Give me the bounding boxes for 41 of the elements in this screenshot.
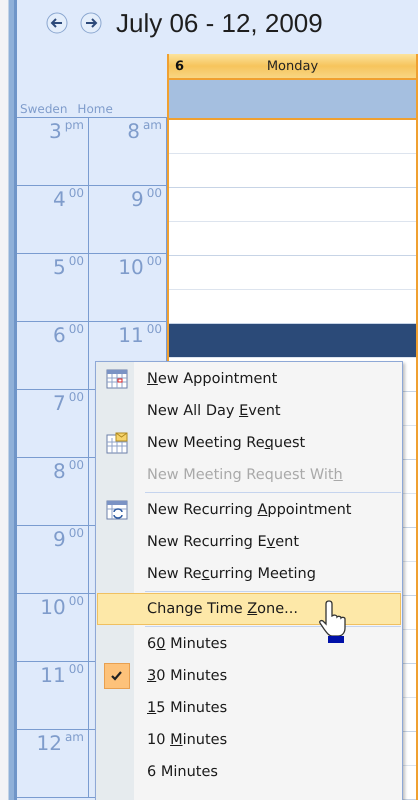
date-range-title: July 06 - 12, 2009 bbox=[116, 8, 323, 38]
time-label: 6$^{00}$ bbox=[17, 322, 89, 390]
day-header[interactable]: 6 Monday bbox=[169, 54, 416, 80]
time-label: 3$^{pm}$ bbox=[17, 118, 89, 186]
previous-button[interactable] bbox=[44, 10, 70, 36]
menu-item[interactable]: New Recurring Appointment bbox=[97, 494, 401, 526]
time-label: 7$^{00}$ bbox=[17, 390, 89, 458]
time-label: 9$^{00}$ bbox=[130, 186, 162, 211]
time-label: 12$^{am}$ bbox=[17, 730, 89, 798]
menu-item[interactable]: 6 Minutes bbox=[97, 756, 401, 788]
time-label: 8$^{00}$ bbox=[17, 458, 89, 526]
time-label: 11$^{00}$ bbox=[117, 322, 162, 347]
menu-item[interactable]: New Recurring Meeting bbox=[97, 558, 401, 590]
menu-item[interactable]: New Recurring Event bbox=[97, 526, 401, 558]
recurring-calendar-icon bbox=[106, 499, 128, 521]
all-day-area[interactable] bbox=[169, 80, 416, 120]
arrow-left-icon bbox=[46, 12, 68, 34]
calendar-icon bbox=[106, 368, 128, 390]
next-button[interactable] bbox=[78, 10, 104, 36]
menu-item[interactable]: 30 Minutes bbox=[97, 660, 401, 692]
time-zone-label: Home bbox=[77, 102, 113, 117]
menu-item[interactable]: Change Time Zone... bbox=[97, 593, 401, 625]
menu-item[interactable]: 60 Minutes bbox=[97, 628, 401, 660]
time-label: 9$^{00}$ bbox=[17, 526, 89, 594]
menu-item[interactable]: New Meeting Request bbox=[97, 427, 401, 459]
menu-item[interactable]: 10 Minutes bbox=[97, 724, 401, 756]
time-slot[interactable] bbox=[169, 324, 416, 358]
calendar-envelope-icon bbox=[106, 432, 128, 454]
time-label: 5$^{00}$ bbox=[17, 254, 89, 322]
time-label: 10$^{00}$ bbox=[117, 254, 162, 279]
day-number: 6 bbox=[175, 58, 186, 74]
time-label: 10$^{00}$ bbox=[17, 594, 89, 662]
menu-item[interactable]: New Appointment bbox=[97, 363, 401, 395]
day-name: Monday bbox=[266, 58, 318, 74]
menu-item[interactable]: 15 Minutes bbox=[97, 692, 401, 724]
time-label: 11$^{00}$ bbox=[17, 662, 89, 730]
time-zone-label: Sweden bbox=[20, 102, 68, 117]
arrow-right-icon bbox=[80, 12, 102, 34]
menu-item[interactable]: New All Day Event bbox=[97, 395, 401, 427]
time-label: 4$^{00}$ bbox=[17, 186, 89, 254]
time-label: 8$^{am}$ bbox=[126, 118, 162, 143]
